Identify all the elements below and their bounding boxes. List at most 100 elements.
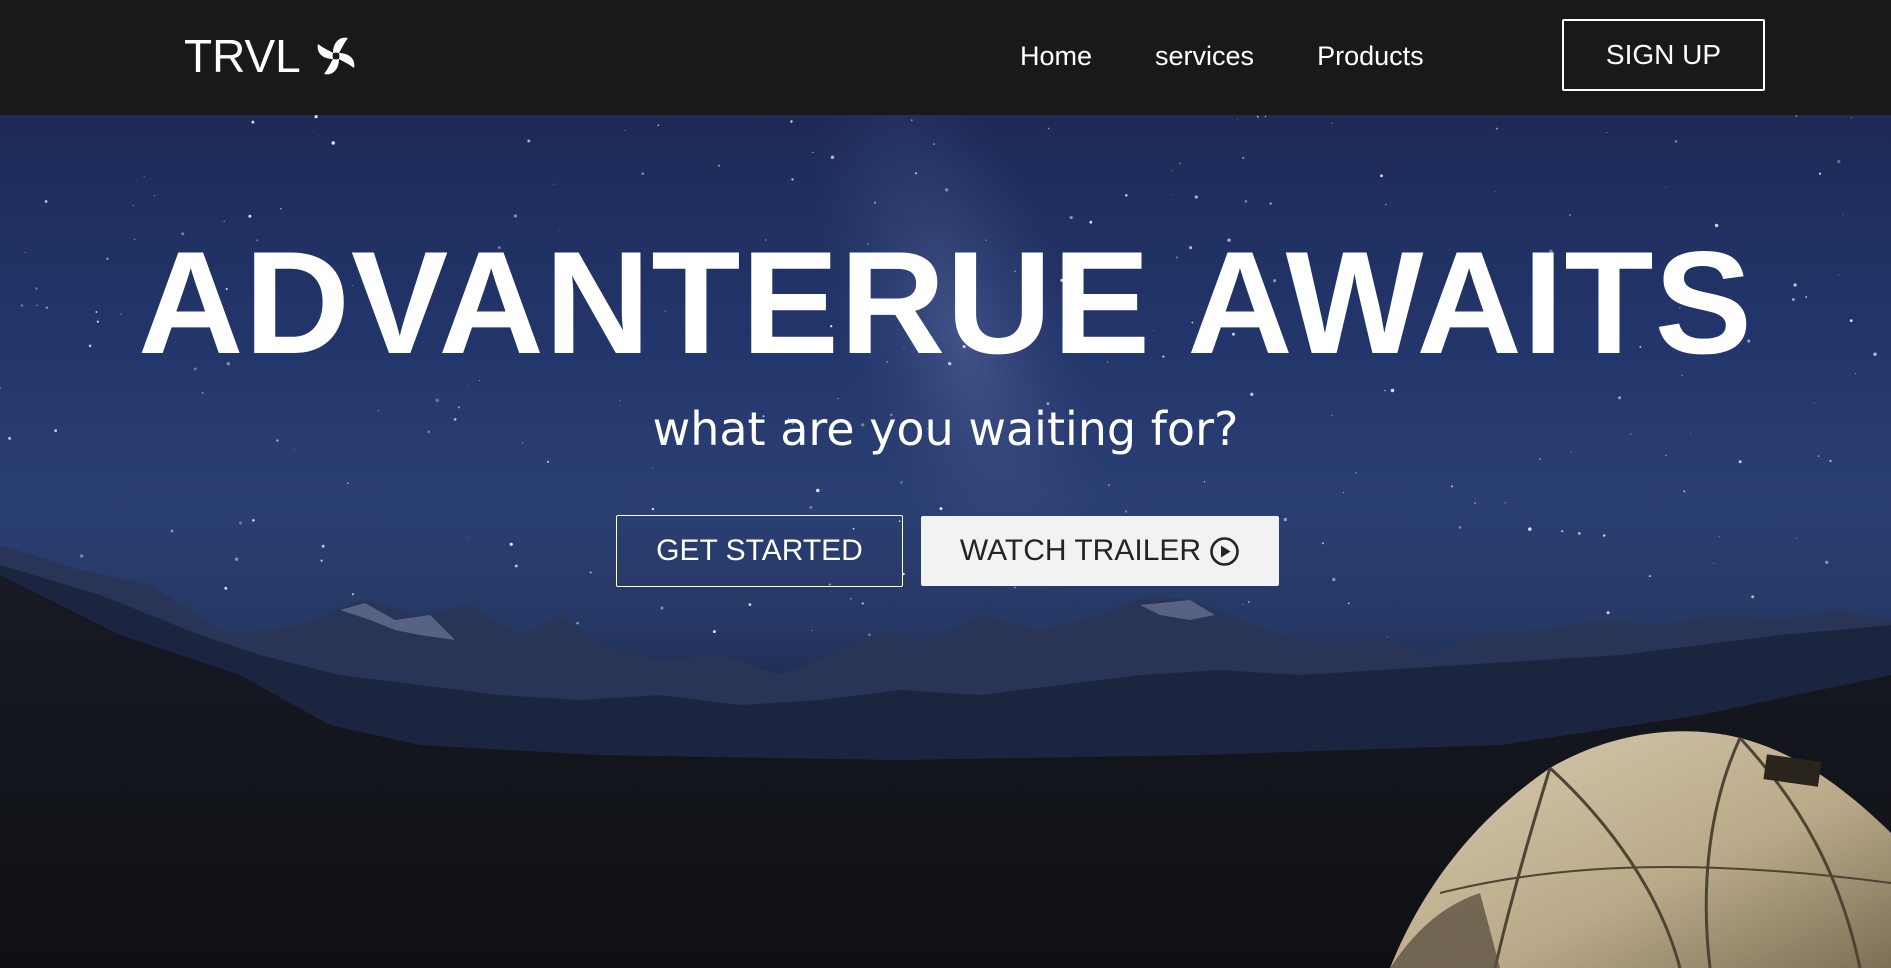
hero-title: ADVANTERUE AWAITS (138, 221, 1753, 384)
nav-link-services[interactable]: services (1155, 41, 1254, 72)
star (624, 129, 626, 131)
hero-section: ADVANTERUE AWAITS what are you waiting f… (0, 115, 1891, 968)
star (1795, 115, 1798, 117)
star (1683, 490, 1686, 493)
star (468, 384, 470, 386)
star (1171, 194, 1172, 196)
star (1528, 527, 1532, 531)
star (849, 597, 852, 600)
star (1606, 611, 1610, 615)
pinwheel-icon (313, 33, 359, 79)
hero-subtitle: what are you waiting for? (652, 402, 1239, 456)
star (1474, 502, 1476, 504)
star (1713, 562, 1715, 564)
star (224, 586, 228, 590)
star (1321, 542, 1324, 545)
star (553, 183, 555, 185)
star (1504, 502, 1506, 504)
star (1603, 534, 1606, 537)
star (1355, 472, 1357, 474)
watch-trailer-label: WATCH TRAILER (959, 534, 1202, 567)
star (816, 488, 820, 493)
star (1250, 392, 1254, 396)
star (1618, 396, 1622, 400)
star (44, 200, 48, 203)
star (1014, 586, 1016, 589)
star (527, 139, 531, 143)
star (1256, 115, 1259, 118)
star (900, 481, 903, 484)
star (1264, 115, 1267, 118)
star (1796, 537, 1798, 539)
star (1458, 526, 1462, 529)
star (1578, 532, 1581, 535)
star (143, 175, 145, 178)
star (314, 115, 318, 119)
star (1332, 577, 1336, 582)
star (1674, 140, 1678, 143)
star (248, 214, 252, 218)
nav-link-products[interactable]: Products (1317, 41, 1424, 72)
star (811, 629, 813, 632)
star (1283, 517, 1288, 522)
star (1850, 117, 1852, 119)
star (1539, 457, 1542, 461)
star (1390, 388, 1395, 393)
star (809, 506, 813, 509)
navbar: TRVL Home services Products SIGN UP (0, 0, 1891, 115)
star (514, 564, 518, 568)
play-circle-icon (1209, 536, 1240, 567)
star (914, 172, 917, 175)
star (641, 172, 645, 176)
star (546, 460, 550, 464)
star (1171, 170, 1173, 172)
star (1194, 195, 1198, 199)
star (1269, 202, 1272, 205)
star (1738, 460, 1742, 464)
logo[interactable]: TRVL (184, 27, 359, 85)
star (1825, 560, 1829, 564)
star (252, 519, 255, 522)
star (1343, 491, 1345, 493)
watch-trailer-button[interactable]: WATCH TRAILER (921, 516, 1279, 586)
star (1450, 485, 1453, 488)
star (790, 120, 793, 123)
star (251, 120, 255, 124)
nav-links: Home services Products (1020, 34, 1487, 78)
star (320, 559, 323, 562)
star (1179, 162, 1181, 165)
star (239, 521, 243, 525)
star (1665, 186, 1667, 188)
star (589, 571, 592, 574)
star (170, 529, 174, 533)
star (1569, 214, 1571, 216)
nav-link-home[interactable]: Home (1020, 41, 1092, 72)
star (1124, 193, 1128, 197)
star (1380, 174, 1383, 178)
signup-button[interactable]: SIGN UP (1562, 19, 1765, 91)
star (1829, 459, 1832, 462)
star (79, 554, 84, 558)
star (651, 507, 655, 511)
star (234, 557, 239, 561)
star (944, 188, 949, 192)
star (1237, 118, 1238, 120)
star (712, 630, 716, 634)
star (1387, 636, 1388, 638)
get-started-button[interactable]: GET STARTED (616, 515, 903, 587)
star (466, 536, 468, 539)
star (1606, 131, 1608, 133)
logo-text: TRVL (184, 30, 301, 82)
star (1242, 156, 1245, 159)
star (933, 143, 935, 145)
star (0, 386, 2, 389)
star (1069, 216, 1073, 220)
star (132, 204, 134, 206)
star (1242, 603, 1245, 606)
star (331, 141, 335, 145)
star (1842, 213, 1844, 216)
star (347, 482, 349, 484)
star (1047, 127, 1050, 130)
star (513, 214, 517, 218)
star (939, 507, 943, 511)
